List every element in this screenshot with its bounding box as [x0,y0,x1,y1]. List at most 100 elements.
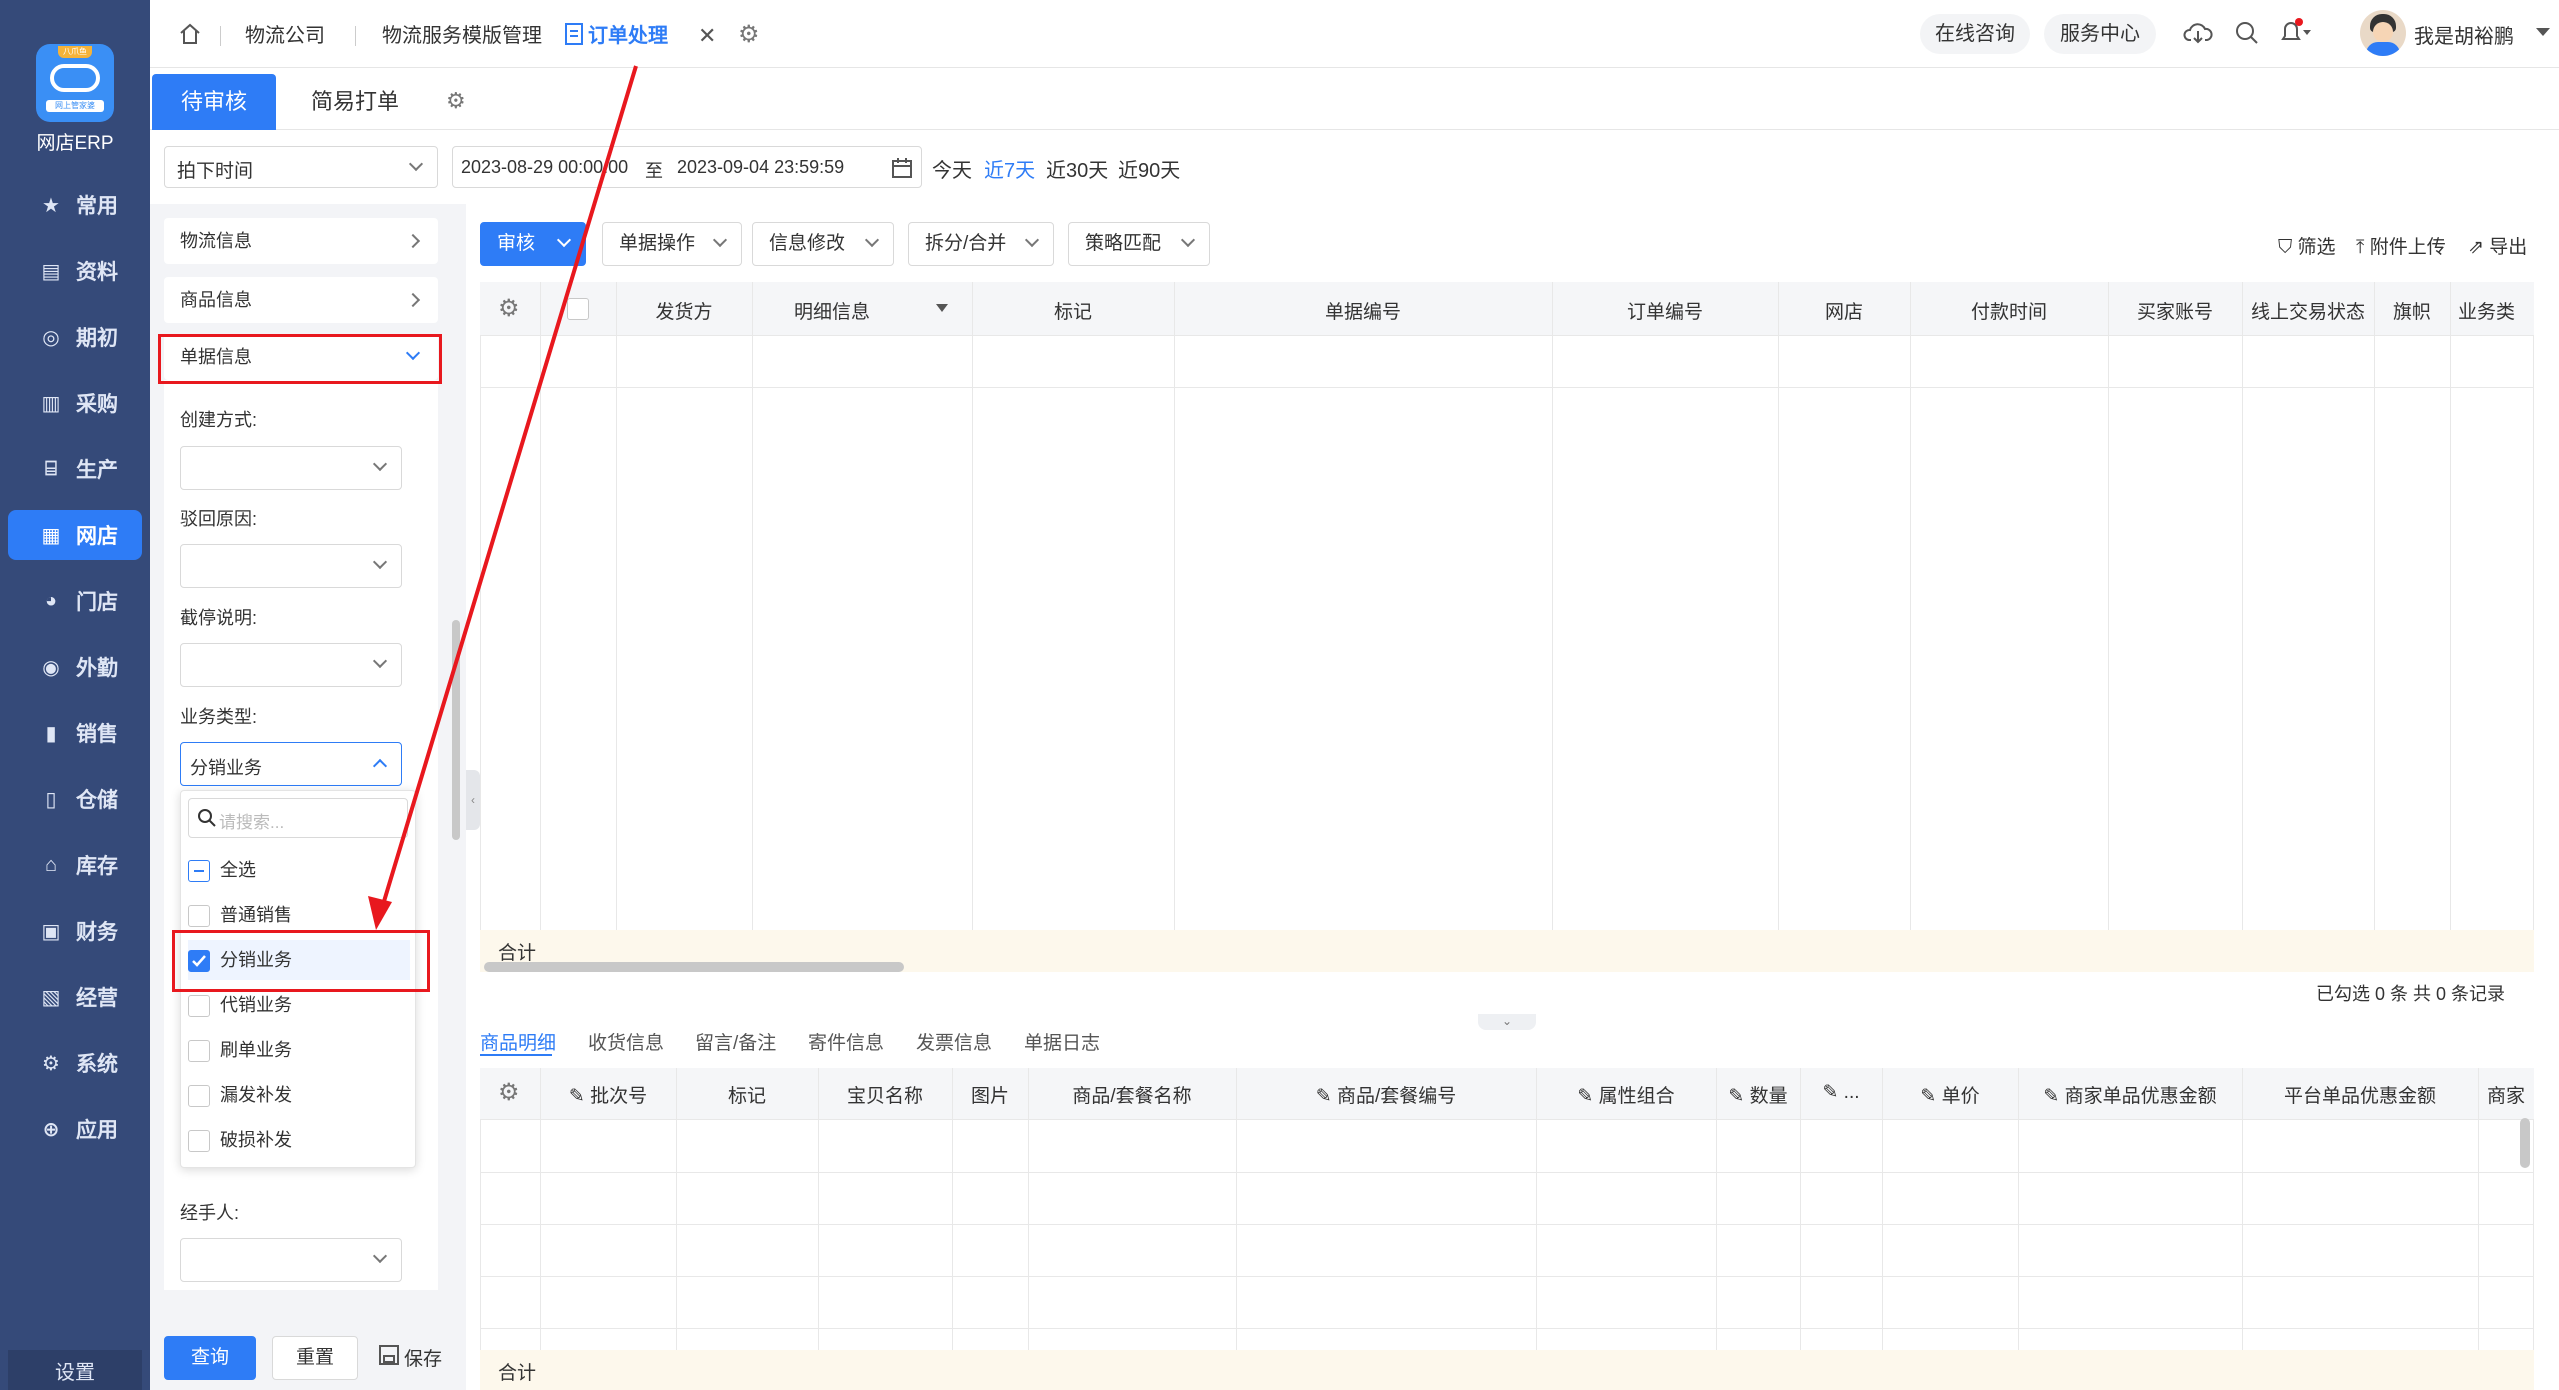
bell-icon[interactable] [2278,18,2312,51]
column-header[interactable]: ✎ 单价 [1882,1081,2018,1108]
nav-item-9[interactable]: ▯ 仓储 [8,774,142,824]
nav-item-6[interactable]: ◕ 门店 [8,576,142,626]
option-damage-resend[interactable]: 破损补发 [188,1120,410,1160]
doc-ops-button[interactable]: 单据操作 [602,222,742,266]
tab-goods-detail[interactable]: 商品明细 [480,1028,556,1055]
nav-item-7[interactable]: ◉ 外勤 [8,642,142,692]
handler-select[interactable] [180,1238,402,1282]
column-header[interactable]: 旗帜 [2374,297,2450,324]
strategy-match-button[interactable]: 策略匹配 [1068,222,1210,266]
quick-30days[interactable]: 近30天 [1046,154,1108,183]
checkbox[interactable] [188,1085,210,1107]
column-header[interactable]: 发货方 [616,297,752,324]
column-header[interactable]: 商品/套餐名称 [1028,1081,1236,1108]
section-logistics-info[interactable]: 物流信息 [164,218,438,264]
gear-icon[interactable]: ⚙ [498,294,520,323]
calendar-icon[interactable] [891,157,913,185]
nav-item-14[interactable]: ⊕ 应用 [8,1104,142,1154]
avatar[interactable] [2360,10,2406,56]
column-header[interactable]: 单据编号 [1174,297,1552,324]
biz-type-select[interactable]: 分销业务 [180,742,402,786]
column-header[interactable]: 订单编号 [1552,297,1778,324]
vertical-scrollbar[interactable] [2520,1118,2530,1168]
tab-doc-log[interactable]: 单据日志 [1024,1028,1100,1055]
column-header[interactable]: ✎ 属性组合 [1536,1081,1716,1108]
logo[interactable]: 八爪鱼 网上管家婆 [36,44,114,122]
save-icon[interactable] [378,1344,400,1371]
split-merge-button[interactable]: 拆分/合并 [908,222,1054,266]
nav-item-11[interactable]: ▣ 财务 [8,906,142,956]
tab-pending-audit[interactable]: 待审核 [152,74,276,130]
column-header[interactable]: 付款时间 [1910,297,2108,324]
quick-7days[interactable]: 近7天 [984,154,1035,183]
column-header[interactable]: 业务类 [2450,297,2534,324]
gear-icon[interactable]: ⚙ [738,20,760,49]
nav-item-13[interactable]: ⚙ 系统 [8,1038,142,1088]
nav-item-8[interactable]: ▮ 销售 [8,708,142,758]
column-header[interactable]: 买家账号 [2108,297,2242,324]
column-header[interactable]: 标记 [972,297,1174,324]
date-from[interactable]: 2023-08-29 00:00:00 [461,157,628,178]
column-header[interactable]: ✎ 批次号 [540,1081,676,1108]
reset-button[interactable]: 重置 [272,1336,358,1380]
save-button[interactable]: 保存 [404,1344,442,1371]
tab-logistics-company[interactable]: 物流公司 [245,0,325,68]
column-header[interactable]: 标记 [676,1081,818,1108]
date-range-picker[interactable]: 2023-08-29 00:00:00 至 2023-09-04 23:59:5… [452,146,922,188]
service-center-button[interactable]: 服务中心 [2044,14,2156,54]
column-header[interactable]: 网店 [1778,297,1910,324]
column-header[interactable]: 图片 [952,1081,1028,1108]
column-header[interactable]: 宝贝名称 [818,1081,952,1108]
tab-invoice-info[interactable]: 发票信息 [916,1028,992,1055]
column-header[interactable]: ✎ 商家单品优惠金额 [2018,1081,2242,1108]
tab-receiver-info[interactable]: 收货信息 [588,1028,664,1055]
tab-order-processing[interactable]: 订单处理 [588,0,668,68]
option-missing-resend[interactable]: 漏发补发 [188,1075,410,1115]
reject-reason-select[interactable] [180,544,402,588]
nav-item-2[interactable]: ◎ 期初 [8,312,142,362]
nav-item-3[interactable]: ▥ 采购 [8,378,142,428]
filter-tool[interactable]: ⛉ 筛选 [2278,232,2336,259]
checkbox[interactable] [188,995,210,1017]
tab-sender-info[interactable]: 寄件信息 [808,1028,884,1055]
column-header[interactable]: ✎ 数量 [1716,1081,1800,1108]
column-header[interactable]: 商家 [2478,1081,2534,1108]
create-mode-select[interactable] [180,446,402,490]
cloud-download-icon[interactable] [2183,20,2213,51]
section-goods-info[interactable]: 商品信息 [164,277,438,323]
column-header[interactable]: 线上交易状态 [2242,297,2374,324]
column-header[interactable]: 明细信息 [752,297,912,324]
export-tool[interactable]: ⇗ 导出 [2468,232,2527,259]
option-consignment[interactable]: 代销业务 [188,985,410,1025]
caret-down-icon[interactable] [2536,28,2550,36]
checkbox[interactable] [188,1040,210,1062]
audit-button[interactable]: 审核 [480,222,586,266]
split-handle[interactable]: ⌄ [1478,1014,1536,1030]
option-brush-order[interactable]: 刷单业务 [188,1030,410,1070]
nav-item-12[interactable]: ▧ 经营 [8,972,142,1022]
upload-tool[interactable]: ⤒ 附件上传 [2356,232,2446,259]
collapse-handle[interactable]: ‹ [466,770,480,830]
select-all-checkbox[interactable] [567,298,589,320]
home-icon[interactable] [178,22,202,51]
column-header[interactable]: ✎ ... [1800,1081,1882,1104]
nav-item-5[interactable]: ▦ 网店 [8,510,142,560]
nav-item-4[interactable]: ⌸ 生产 [8,444,142,494]
tab-simple-print[interactable]: 简易打单 [290,74,420,130]
info-edit-button[interactable]: 信息修改 [752,222,894,266]
horizontal-scrollbar[interactable] [484,962,904,972]
tab-message-note[interactable]: 留言/备注 [695,1028,776,1055]
checkbox[interactable] [188,905,210,927]
gear-icon[interactable]: ⚙ [446,88,466,114]
indeterminate-checkbox[interactable] [188,860,210,882]
column-header[interactable]: ✎ 商品/套餐编号 [1236,1081,1536,1108]
user-name[interactable]: 我是胡裕鹏 [2414,20,2514,49]
quick-90days[interactable]: 近90天 [1118,154,1180,183]
settings-button[interactable]: 设置 [8,1350,142,1390]
nav-item-1[interactable]: ▤ 资料 [8,246,142,296]
stop-note-select[interactable] [180,643,402,687]
nav-item-10[interactable]: ⌂ 库存 [8,840,142,890]
dropdown-search-input[interactable]: 请搜索... [188,798,408,838]
nav-item-0[interactable]: ★ 常用 [8,180,142,230]
sort-caret-icon[interactable] [936,304,948,312]
